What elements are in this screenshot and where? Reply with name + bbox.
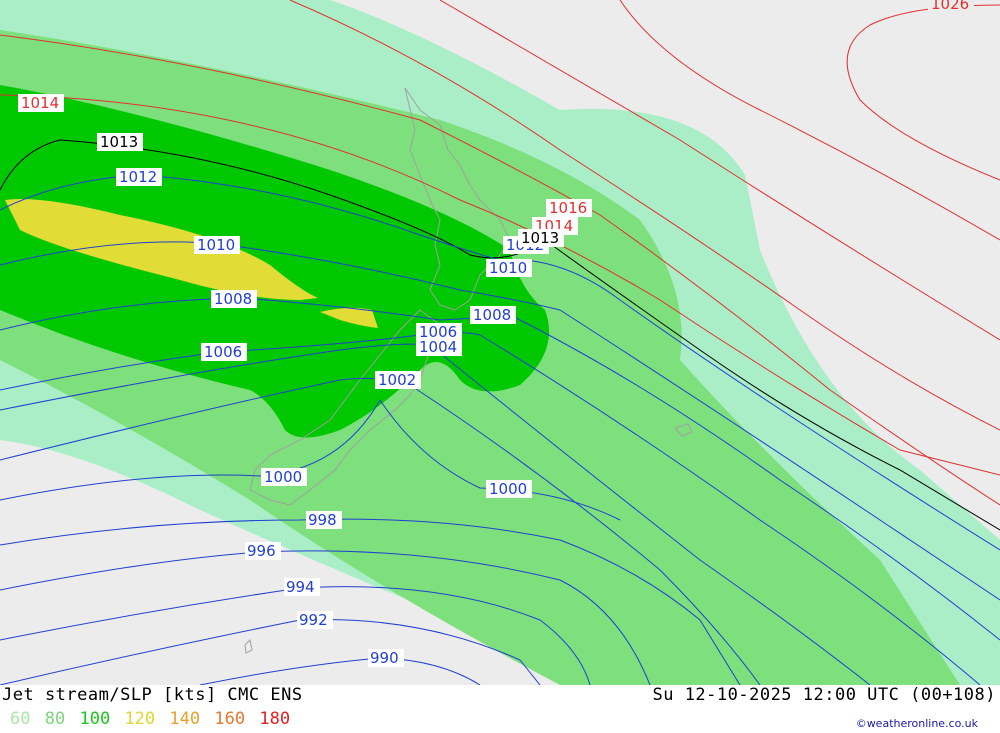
label-1000: 1000 [264,468,302,486]
legend-item: 100 [79,709,111,729]
map-footer: Jet stream/SLP [kts] CMC ENS Su 12-10-20… [0,685,1000,733]
label-1010: 1010 [489,259,527,277]
label-1013: 1013 [521,229,559,247]
credit-link[interactable]: ©weatheronline.co.uk [856,717,978,730]
forecast-datetime: Su 12-10-2025 12:00 UTC (00+108) [652,685,996,705]
label-1026: 1026 [931,0,969,13]
label-1002: 1002 [378,371,416,389]
label-1008: 1008 [473,306,511,324]
label-1014: 1014 [21,94,59,112]
wind-speed-legend: 60 80 100 120 140 160 180 [10,709,294,729]
label-1012: 1012 [119,168,157,186]
label-1016: 1016 [549,199,587,217]
legend-item: 160 [214,709,246,729]
legend-item: 180 [259,709,291,729]
legend-item: 120 [124,709,156,729]
map-canvas: 1026 1016 1014 1014 1013 1012 1013 1012 … [0,0,1000,686]
map-title: Jet stream/SLP [kts] CMC ENS [2,685,303,705]
label-992: 992 [299,611,328,629]
label-1010: 1010 [197,236,235,254]
label-996: 996 [247,542,276,560]
label-1008: 1008 [214,290,252,308]
label-1006: 1006 [204,343,242,361]
label-994: 994 [286,578,315,596]
label-998: 998 [308,511,337,529]
label-990: 990 [370,649,399,667]
label-1000: 1000 [489,480,527,498]
label-1004: 1004 [419,338,457,356]
weather-map: 1026 1016 1014 1014 1013 1012 1013 1012 … [0,0,1000,686]
legend-item: 140 [169,709,201,729]
legend-item: 80 [44,709,66,729]
legend-item: 60 [10,709,31,729]
label-1013: 1013 [100,133,138,151]
